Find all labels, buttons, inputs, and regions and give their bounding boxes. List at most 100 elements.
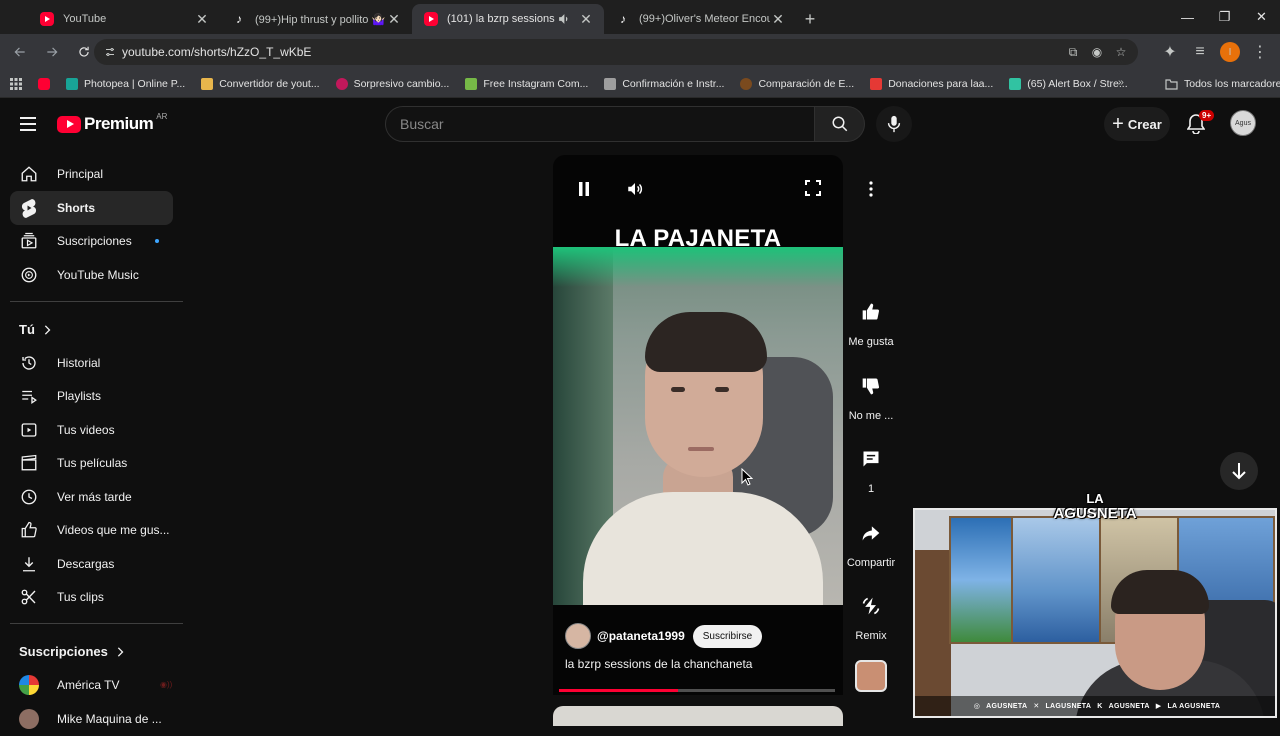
browser-tab-tiktok-1[interactable]: ♪ (99+)Hip thrust y pollito 🤷🏻‍♀️ | p ✕ <box>220 4 412 34</box>
sidebar-item-movies[interactable]: Tus películas <box>10 446 173 480</box>
notification-badge: 9+ <box>1199 110 1215 121</box>
sidebar-item-clips[interactable]: Tus clips <box>10 580 173 614</box>
tab-title: (99+)Oliver's Meteor Encounter <box>639 13 770 25</box>
comments-button[interactable]: 1 <box>846 439 896 495</box>
search-button[interactable] <box>815 106 865 142</box>
youtube-favicon <box>40 12 54 26</box>
photopea-icon <box>66 77 78 90</box>
close-icon[interactable]: ✕ <box>578 11 594 28</box>
tracking-eye-icon[interactable]: ◉ <box>1090 45 1104 59</box>
next-short-button[interactable] <box>1220 452 1258 490</box>
address-bar[interactable]: youtube.com/shorts/hZzO_T_wKbE ⧉ ◉ ☆ <box>94 39 1138 65</box>
all-bookmarks[interactable]: Todos los marcadores <box>1157 70 1280 98</box>
youtube-premium-logo[interactable]: Premium AR <box>57 112 167 134</box>
sidebar-item-liked-videos[interactable]: Videos que me gus... <box>10 513 173 547</box>
bookmark-item[interactable]: (65) Alert Box / Stre... <box>1001 77 1135 90</box>
shorts-player[interactable]: LA PAJANETA @pataneta1999 Suscribirse la… <box>553 155 843 695</box>
audio-thumbnail[interactable] <box>855 660 887 692</box>
chevron-right-icon <box>116 646 124 657</box>
thumbs-down-icon <box>851 366 891 406</box>
bookmark-item[interactable]: Convertidor de yout... <box>193 77 327 90</box>
create-button[interactable]: + Crear <box>1104 107 1170 141</box>
site-info-icon[interactable] <box>104 46 116 58</box>
more-options-icon[interactable] <box>860 176 882 202</box>
back-icon[interactable] <box>6 38 34 66</box>
bookmark-item[interactable]: Photopea | Online P... <box>58 77 193 90</box>
browser-tab-tiktok-2[interactable]: ♪ (99+)Oliver's Meteor Encounter ✕ <box>604 4 796 34</box>
browser-tab-youtube[interactable]: YouTube ✕ <box>28 4 220 34</box>
speaker-icon[interactable] <box>558 13 570 25</box>
pause-icon[interactable] <box>577 181 591 197</box>
search-input[interactable]: Buscar <box>385 106 815 142</box>
bookmark-item[interactable]: Free Instagram Com... <box>457 77 596 90</box>
sidebar: Principal Shorts Suscripciones YouTube M… <box>0 156 184 729</box>
sidebar-item-shorts[interactable]: Shorts <box>10 191 173 225</box>
browser-tab-active[interactable]: (101) la bzrp sessions de la ✕ <box>412 4 604 34</box>
youtube-logo-icon <box>57 115 81 133</box>
sidebar-item-your-videos[interactable]: Tus videos <box>10 413 173 447</box>
browser-menu-icon[interactable]: ⋮ <box>1250 42 1270 62</box>
sidebar-item-playlists[interactable]: Playlists <box>10 379 173 413</box>
subscribe-button[interactable]: Suscribirse <box>692 624 763 648</box>
video-progress-bar[interactable] <box>559 689 835 692</box>
scissors-icon <box>19 587 39 607</box>
link-icon <box>604 77 617 90</box>
fullscreen-icon[interactable] <box>805 180 821 196</box>
your-videos-icon <box>19 420 39 440</box>
more-bookmarks-icon[interactable]: » <box>1118 76 1124 88</box>
webcam-social-footer: ◎ AGUSNETA ✕ LAGUSNETA K AGUSNETA ▶ LA A… <box>915 696 1275 716</box>
sidebar-you-header[interactable]: Tú <box>19 322 51 337</box>
bookmark-star-icon[interactable]: ☆ <box>1114 45 1128 59</box>
plus-icon: + <box>1112 112 1124 135</box>
close-icon[interactable]: ✕ <box>386 11 402 28</box>
extensions-icon[interactable]: ✦ <box>1160 42 1180 62</box>
restore-icon[interactable]: ❐ <box>1206 0 1243 34</box>
menu-icon[interactable] <box>18 116 38 132</box>
downloads-icon <box>19 554 39 574</box>
share-button[interactable]: Compartir <box>846 513 896 569</box>
channel-handle[interactable]: @pataneta1999 <box>597 629 685 643</box>
account-avatar[interactable]: Agus <box>1230 110 1256 136</box>
dislike-button[interactable]: No me ... <box>846 366 896 422</box>
profile-avatar[interactable]: I <box>1220 42 1240 62</box>
youtube-icon: ▶ <box>1155 703 1162 710</box>
forward-icon[interactable] <box>38 38 66 66</box>
volume-icon[interactable] <box>626 180 644 198</box>
playlists-icon <box>19 386 39 406</box>
video-title[interactable]: la bzrp sessions de la chanchaneta <box>565 657 752 671</box>
video-frame[interactable] <box>553 247 843 605</box>
bookmark-item[interactable]: Sorpresivo cambio... <box>328 77 458 90</box>
bookmark-item[interactable]: Confirmación e Instr... <box>596 77 732 90</box>
media-controls-icon[interactable]: ≡ <box>1190 42 1210 62</box>
converter-icon <box>201 77 214 90</box>
streamlabs-icon <box>1009 77 1022 90</box>
search-icon <box>831 115 849 133</box>
channel-avatar[interactable] <box>565 623 591 649</box>
sidebar-item-watch-later[interactable]: Ver más tarde <box>10 480 173 514</box>
bookmark-item[interactable]: Comparación de E... <box>732 77 862 90</box>
sidebar-sub-mike[interactable]: Mike Maquina de ... <box>10 702 173 736</box>
sidebar-subscriptions-header[interactable]: Suscripciones <box>19 644 124 659</box>
chevron-right-icon <box>43 324 51 335</box>
remix-button[interactable]: Remix <box>846 586 896 642</box>
sidebar-item-youtube-music[interactable]: YouTube Music <box>10 258 173 292</box>
sidebar-item-principal[interactable]: Principal <box>10 157 173 191</box>
sidebar-sub-america-tv[interactable]: América TV ◉)) <box>10 668 173 702</box>
bookmark-youtube-icon[interactable] <box>30 77 58 90</box>
next-short-preview[interactable] <box>553 706 843 726</box>
new-tab-button[interactable]: + <box>796 4 824 34</box>
close-icon[interactable]: ✕ <box>194 11 210 28</box>
notifications-button[interactable]: 9+ <box>1187 110 1215 134</box>
like-button[interactable]: Me gusta <box>846 292 896 348</box>
voice-search-button[interactable] <box>876 106 912 142</box>
install-app-icon[interactable]: ⧉ <box>1066 45 1080 59</box>
sidebar-item-subscriptions[interactable]: Suscripciones <box>10 224 173 258</box>
tab-title: YouTube <box>63 13 107 25</box>
close-icon[interactable]: ✕ <box>770 11 786 28</box>
sidebar-item-history[interactable]: Historial <box>10 346 173 380</box>
apps-grid-icon[interactable] <box>0 77 30 90</box>
minimize-icon[interactable]: — <box>1169 0 1206 34</box>
bookmark-item[interactable]: Donaciones para laa... <box>862 77 1001 90</box>
close-window-icon[interactable]: ✕ <box>1243 0 1280 34</box>
sidebar-item-downloads[interactable]: Descargas <box>10 547 173 581</box>
